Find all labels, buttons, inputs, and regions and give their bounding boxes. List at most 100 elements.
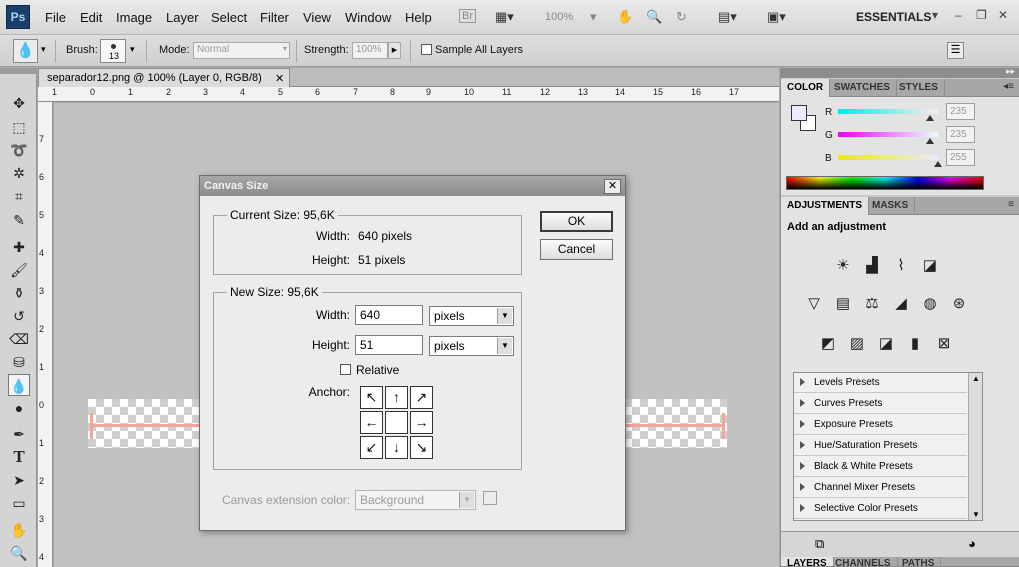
pen-tool-icon[interactable]: ✒ bbox=[8, 423, 30, 445]
foreground-color-swatch[interactable] bbox=[791, 105, 807, 121]
rotate-view-icon[interactable]: ↻ bbox=[676, 9, 687, 25]
arrange-documents-icon[interactable]: ▤▾ bbox=[718, 9, 737, 25]
clone-stamp-tool-icon[interactable]: ⚱ bbox=[8, 282, 30, 304]
slider-b[interactable] bbox=[838, 155, 938, 160]
hand-tool-icon[interactable]: ✋ bbox=[8, 519, 30, 541]
anchor-top-right[interactable]: ↗ bbox=[410, 386, 433, 409]
tab-adjustments[interactable]: ADJUSTMENTS bbox=[781, 197, 870, 215]
document-tab[interactable]: separador12.png @ 100% (Layer 0, RGB/8) … bbox=[38, 68, 290, 87]
slider-g[interactable] bbox=[838, 132, 938, 137]
menu-file[interactable]: File bbox=[45, 10, 66, 25]
threshold-icon[interactable]: ◪ bbox=[875, 333, 897, 355]
menu-view[interactable]: View bbox=[303, 10, 331, 25]
presets-scrollbar[interactable]: ▲ ▼ bbox=[968, 373, 982, 520]
new-height-input[interactable]: 51 bbox=[355, 335, 423, 355]
anchor-top-center[interactable]: ↑ bbox=[385, 386, 408, 409]
ok-button[interactable]: OK bbox=[540, 211, 613, 232]
workspace-dropdown-icon[interactable]: ▾ bbox=[932, 8, 938, 22]
slider-thumb-g[interactable] bbox=[926, 138, 934, 144]
restore-icon[interactable]: ❐ bbox=[976, 8, 987, 22]
cancel-button[interactable]: Cancel bbox=[540, 239, 613, 260]
preset-exposure[interactable]: Exposure Presets bbox=[794, 415, 967, 435]
menu-layer[interactable]: Layer bbox=[166, 10, 199, 25]
preset-channel-mixer[interactable]: Channel Mixer Presets bbox=[794, 478, 967, 498]
anchor-middle-left[interactable]: ← bbox=[360, 411, 383, 434]
extension-color-swatch[interactable] bbox=[483, 491, 497, 505]
exposure-icon[interactable]: ◪ bbox=[919, 255, 941, 277]
tab-swatches[interactable]: SWATCHES bbox=[828, 79, 897, 97]
menu-edit[interactable]: Edit bbox=[80, 10, 102, 25]
preset-black-white[interactable]: Black & White Presets bbox=[794, 457, 967, 477]
anchor-bottom-left[interactable]: ↙ bbox=[360, 436, 383, 459]
view-extras-icon[interactable]: ▦▾ bbox=[495, 9, 514, 25]
brush-picker[interactable]: 13 bbox=[100, 39, 126, 63]
invert-icon[interactable]: ◩ bbox=[817, 333, 839, 355]
path-selection-tool-icon[interactable]: ➤ bbox=[8, 469, 30, 491]
menu-select[interactable]: Select bbox=[211, 10, 247, 25]
preset-curves[interactable]: Curves Presets bbox=[794, 394, 967, 414]
menu-image[interactable]: Image bbox=[116, 10, 152, 25]
brightness-contrast-icon[interactable]: ☀ bbox=[832, 255, 854, 277]
tab-layers[interactable]: LAYERS bbox=[781, 557, 834, 566]
menu-help[interactable]: Help bbox=[405, 10, 432, 25]
minimize-icon[interactable]: – bbox=[955, 8, 962, 22]
preset-selective-color[interactable]: Selective Color Presets bbox=[794, 499, 967, 519]
slider-r[interactable] bbox=[838, 109, 938, 114]
menu-filter[interactable]: Filter bbox=[260, 10, 289, 25]
tab-channels[interactable]: CHANNELS bbox=[829, 557, 898, 566]
eraser-tool-icon[interactable]: ⌫ bbox=[8, 328, 30, 350]
panel-toggle-icon[interactable]: ☰ bbox=[947, 42, 964, 59]
menu-window[interactable]: Window bbox=[345, 10, 391, 25]
mode-select[interactable]: Normal ▾ bbox=[193, 42, 290, 59]
strength-input[interactable]: 100% bbox=[352, 42, 388, 59]
color-balance-icon[interactable]: ⚖ bbox=[861, 293, 883, 315]
width-unit-select[interactable]: pixels ▼ bbox=[429, 306, 514, 326]
anchor-bottom-right[interactable]: ↘ bbox=[410, 436, 433, 459]
zoom-tool-icon[interactable]: 🔍 bbox=[8, 542, 30, 564]
slider-thumb-r[interactable] bbox=[926, 115, 934, 121]
value-b[interactable]: 255 bbox=[946, 149, 975, 166]
bridge-icon[interactable]: Br bbox=[459, 9, 476, 23]
anchor-center[interactable] bbox=[385, 411, 408, 434]
tab-color[interactable]: COLOR bbox=[781, 79, 831, 97]
preset-dropdown-icon[interactable]: ▾ bbox=[41, 44, 46, 55]
healing-brush-tool-icon[interactable]: ✚ bbox=[8, 236, 30, 258]
gradient-map-icon[interactable]: ▮ bbox=[904, 333, 926, 355]
magic-wand-tool-icon[interactable]: ✲ bbox=[8, 162, 30, 184]
blur-tool-preset-icon[interactable]: 💧 bbox=[13, 39, 38, 63]
tab-paths[interactable]: PATHS bbox=[896, 557, 942, 566]
history-brush-tool-icon[interactable]: ↺ bbox=[8, 305, 30, 327]
tab-styles[interactable]: STYLES bbox=[893, 79, 945, 97]
curves-icon[interactable]: ⌇ bbox=[890, 255, 912, 277]
preset-levels[interactable]: Levels Presets bbox=[794, 373, 967, 393]
photo-filter-icon[interactable]: ◍ bbox=[919, 293, 941, 315]
move-tool-icon[interactable]: ✥ bbox=[8, 92, 30, 114]
panel-dock-header[interactable]: ▸▸ bbox=[781, 66, 1019, 78]
tab-masks[interactable]: MASKS bbox=[866, 197, 916, 215]
anchor-middle-right[interactable]: → bbox=[410, 411, 433, 434]
marquee-tool-icon[interactable]: ⬚ bbox=[8, 116, 30, 138]
lasso-tool-icon[interactable]: ➰ bbox=[8, 139, 30, 161]
type-tool-icon[interactable]: T bbox=[8, 446, 30, 468]
channel-mixer-icon[interactable]: ⊛ bbox=[948, 293, 970, 315]
zoom-tool-icon[interactable]: 🔍 bbox=[646, 9, 662, 25]
strength-slider-arrow-icon[interactable]: ▶ bbox=[388, 42, 401, 59]
color-spectrum-bar[interactable] bbox=[786, 176, 984, 190]
zoom-level[interactable]: 100% bbox=[545, 11, 573, 23]
shape-tool-icon[interactable]: ▭ bbox=[8, 492, 30, 514]
preset-hue-saturation[interactable]: Hue/Saturation Presets bbox=[794, 436, 967, 456]
zoom-dropdown-icon[interactable]: ▾ bbox=[590, 9, 597, 25]
posterize-icon[interactable]: ▨ bbox=[846, 333, 868, 355]
crop-tool-icon[interactable]: ⌗ bbox=[8, 185, 30, 207]
dialog-close-icon[interactable]: ✕ bbox=[604, 179, 621, 194]
anchor-top-left[interactable]: ↖ bbox=[360, 386, 383, 409]
levels-icon[interactable]: ▟ bbox=[861, 255, 883, 277]
value-g[interactable]: 235 bbox=[946, 126, 975, 143]
adjustment-options-icon[interactable]: ◕ bbox=[968, 536, 976, 551]
black-white-icon[interactable]: ◢ bbox=[890, 293, 912, 315]
close-icon[interactable]: ✕ bbox=[998, 8, 1008, 22]
panel-menu-icon[interactable]: ≡ bbox=[1008, 199, 1014, 210]
clip-to-layer-icon[interactable]: ⧉ bbox=[815, 536, 824, 552]
workspace-switcher[interactable]: ESSENTIALS bbox=[856, 10, 931, 24]
value-r[interactable]: 235 bbox=[946, 103, 975, 120]
